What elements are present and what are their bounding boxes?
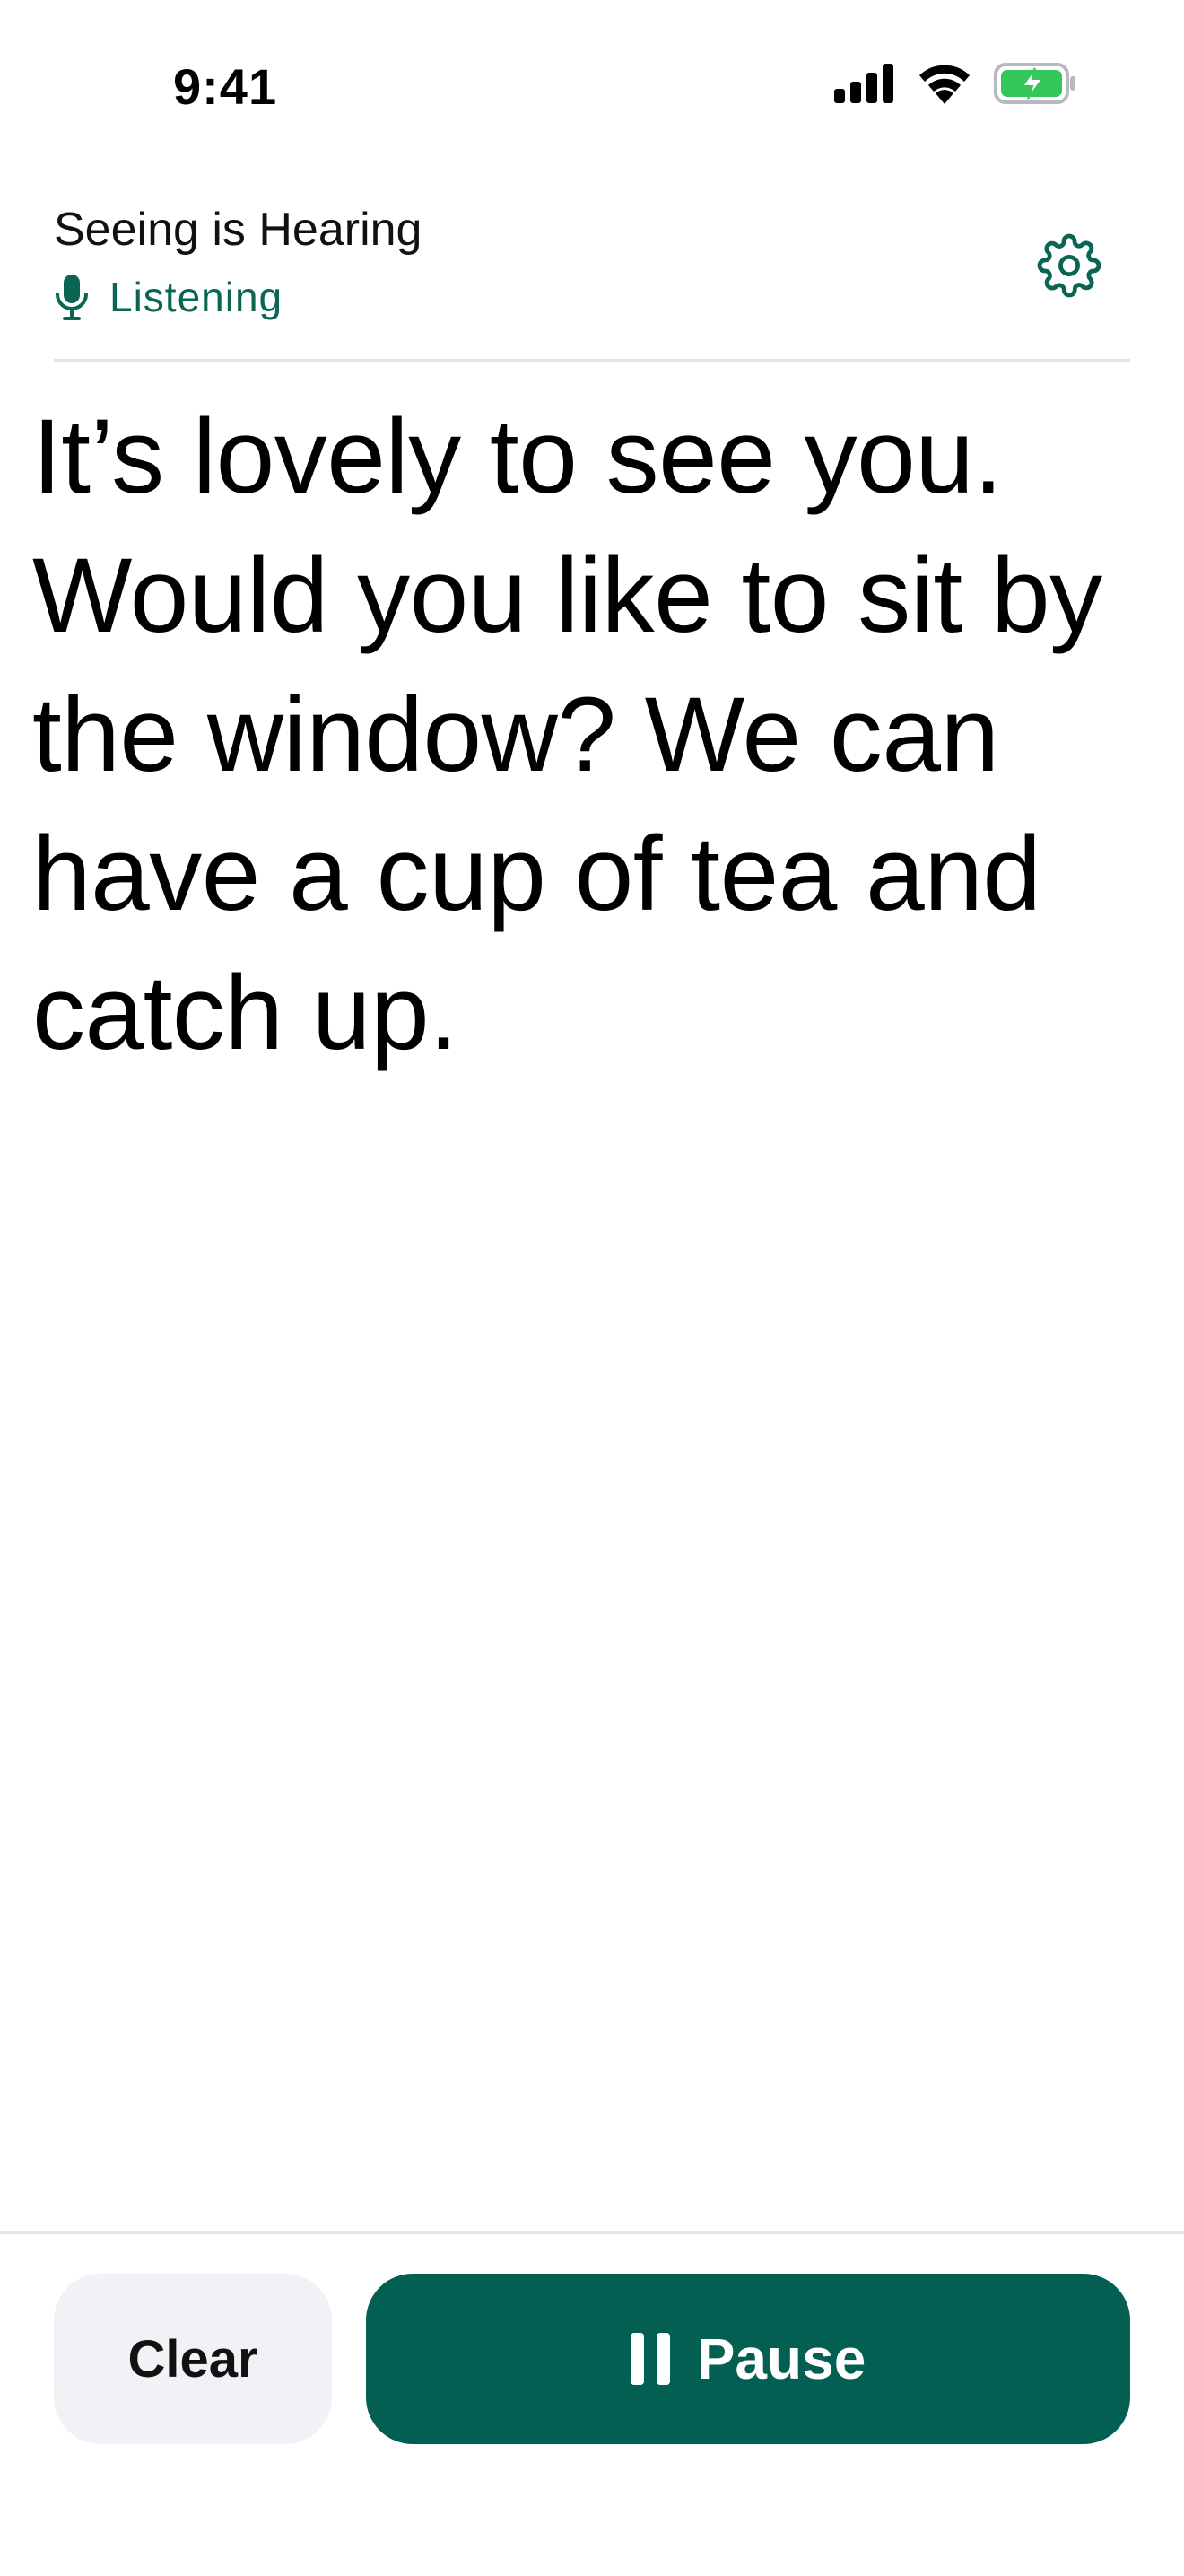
pause-icon: [630, 2333, 670, 2385]
app-header: Seeing is Hearing Listening: [54, 199, 1130, 362]
status-bar: 9:41: [0, 0, 1184, 170]
settings-button[interactable]: [1033, 231, 1105, 303]
bottom-action-bar: Clear Pause: [0, 2231, 1184, 2576]
wifi-icon: [917, 63, 972, 109]
app-title: Seeing is Hearing: [54, 204, 422, 256]
listening-status: Listening: [54, 273, 283, 321]
cellular-signal-icon: [834, 64, 895, 108]
gear-icon: [1037, 233, 1101, 302]
microphone-icon: [54, 273, 90, 321]
listening-status-text: Listening: [109, 274, 283, 320]
live-transcript: It’s lovely to see you. Would you like t…: [32, 397, 1102, 1072]
status-icons: [834, 63, 1076, 109]
battery-charging-icon: [994, 63, 1076, 109]
pause-button[interactable]: Pause: [366, 2274, 1130, 2444]
status-time: 9:41: [173, 58, 278, 115]
clear-button[interactable]: Clear: [54, 2274, 332, 2444]
pause-button-label: Pause: [696, 2327, 866, 2391]
